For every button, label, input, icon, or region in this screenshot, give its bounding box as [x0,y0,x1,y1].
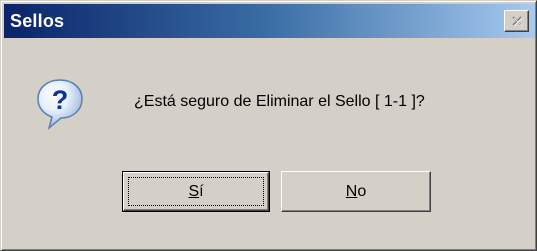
close-icon [511,16,522,27]
window-title: Sellos [10,11,65,31]
confirm-dialog: Sellos ? ¿Está seguro de Eliminar el Sel… [0,0,537,251]
question-icon: ? [35,77,85,131]
no-button-label: No [345,182,367,200]
yes-button-label: Sí [188,182,204,200]
title-bar[interactable]: Sellos [4,4,535,38]
close-button[interactable] [504,10,529,32]
svg-text:?: ? [52,85,69,115]
no-button[interactable]: No [281,171,431,212]
yes-button[interactable]: Sí [122,171,270,212]
dialog-message: ¿Está seguro de Eliminar el Sello [ 1-1 … [134,93,425,110]
